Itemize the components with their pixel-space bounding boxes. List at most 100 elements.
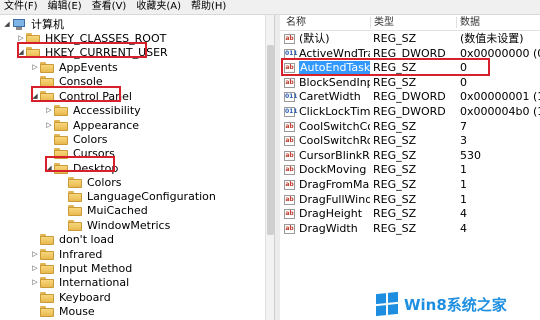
registry-value-row[interactable]: ab DragFromMaxi...REG_SZ 1 <box>280 178 540 192</box>
value-data: 4 <box>460 221 467 235</box>
registry-value-row[interactable]: ab CoolSwitchCol...REG_SZ 7 <box>280 120 540 134</box>
folder-icon <box>68 190 82 202</box>
registry-value-row[interactable]: ab CursorBlinkRateREG_SZ 530 <box>280 149 540 163</box>
value-type: REG_SZ <box>373 32 417 45</box>
folder-icon <box>68 204 82 216</box>
registry-value-row[interactable]: ab CoolSwitchRowsREG_SZ 3 <box>280 134 540 148</box>
registry-value-row[interactable]: ab DragWidth REG_SZ 4 <box>280 222 540 236</box>
value-data: 1 <box>460 192 467 206</box>
registry-tree-pane[interactable]: ◢ 计算机 ▷ HKEY_CLASSES_ROOT ◢ HKEY_CURRENT_US… <box>0 15 274 320</box>
tree-node[interactable]: Mouse <box>30 304 95 318</box>
value-data: 3 <box>460 134 467 148</box>
registry-value-row[interactable]: ab DragFullWindo...REG_SZ 1 <box>280 193 540 207</box>
string-value-icon: ab <box>284 121 295 132</box>
value-name-cell: ab DragFromMaxi... <box>284 178 370 192</box>
menu-edit[interactable]: 编辑(E) <box>48 0 82 14</box>
highlight-box-control-panel <box>31 86 121 102</box>
column-header-name[interactable]: 名称 <box>286 15 306 30</box>
column-separator[interactable] <box>370 17 371 28</box>
value-type: REG_SZ <box>373 163 417 177</box>
value-name: DragFromMaxi... <box>299 178 370 191</box>
tree-node[interactable]: ▷ International <box>30 275 129 289</box>
string-value-icon: ab <box>284 165 295 176</box>
string-value-icon: ab <box>284 136 295 147</box>
value-name-cell: ab BlockSendInpu... <box>284 76 370 90</box>
value-name: CaretWidth <box>299 90 361 104</box>
value-name: (默认) <box>299 32 330 45</box>
tree-node[interactable]: Colors <box>58 175 121 189</box>
registry-value-row[interactable]: ab DockMoving REG_SZ 1 <box>280 163 540 177</box>
value-data: 0x00000001 (1) <box>460 90 540 104</box>
value-name-cell: ab CoolSwitchRows <box>284 134 370 148</box>
tree-node[interactable]: MuiCached <box>58 203 148 217</box>
tree-root-computer[interactable]: ◢ 计算机 <box>2 17 64 31</box>
menu-favorites[interactable]: 收藏夹(A) <box>136 0 181 14</box>
registry-value-row[interactable]: 011ClickLockTimeREG_DWORD 0x000004b0 (12 <box>280 105 540 119</box>
collapse-arrow-icon[interactable]: ◢ <box>2 20 12 28</box>
expand-arrow-icon[interactable]: ▷ <box>16 34 26 42</box>
value-name-cell: ab CoolSwitchCol... <box>284 120 370 134</box>
string-value-icon: ab <box>284 150 295 161</box>
tree-node[interactable]: ▷ Accessibility <box>44 103 141 117</box>
registry-value-row[interactable]: ab (默认) REG_SZ (数值未设置) <box>280 32 540 46</box>
value-type: REG_SZ <box>373 178 417 191</box>
tree-node[interactable]: WindowMetrics <box>58 218 170 232</box>
column-header-data[interactable]: 数据 <box>460 15 480 30</box>
expand-arrow-icon[interactable]: ▷ <box>30 250 40 258</box>
highlight-box-hkcu <box>17 42 147 58</box>
tree-node[interactable]: ▷ Appearance <box>44 118 139 132</box>
value-name: CursorBlinkRate <box>299 148 370 162</box>
value-data: 4 <box>460 207 467 221</box>
folder-icon <box>54 119 68 131</box>
column-separator[interactable] <box>456 17 457 28</box>
watermark: Win8系统之家 <box>372 288 540 320</box>
tree-node[interactable]: don't load <box>30 232 114 246</box>
tree-node[interactable]: LanguageConfiguration <box>58 189 216 203</box>
tree-node-label: MuiCached <box>87 203 148 217</box>
value-type: REG_DWORD <box>373 90 446 104</box>
registry-value-row[interactable]: 011 CaretWidth REG_DWORD 0x00000001 (1) <box>280 90 540 104</box>
tree-node-label: International <box>59 275 130 289</box>
tree-node[interactable]: ▷ Infrared <box>30 247 102 261</box>
menu-view[interactable]: 查看(V) <box>92 0 127 14</box>
folder-icon <box>54 104 68 116</box>
value-name-cell: ab DragWidth <box>284 222 370 236</box>
computer-icon <box>12 18 26 30</box>
tree-node-label: Accessibility <box>73 103 141 117</box>
windows-logo-icon <box>376 291 398 317</box>
value-name-cell: ab (默认) <box>284 32 370 46</box>
tree-node-label: Colors <box>87 175 122 189</box>
folder-icon <box>40 75 54 87</box>
string-value-icon: ab <box>284 77 295 88</box>
value-name: BlockSendInpu... <box>299 75 370 89</box>
expand-arrow-icon[interactable]: ▷ <box>44 121 54 129</box>
folder-icon <box>40 248 54 260</box>
expand-arrow-icon[interactable]: ▷ <box>44 106 54 114</box>
tree-node-label: Mouse <box>59 304 95 318</box>
expand-arrow-icon[interactable]: ▷ <box>30 278 40 286</box>
column-header-type[interactable]: 类型 <box>374 15 394 30</box>
scrollbar-thumb[interactable] <box>267 45 274 235</box>
value-data: 1 <box>460 178 467 191</box>
tree-node[interactable]: Keyboard <box>30 290 111 304</box>
tree-node[interactable]: ▷ Input Method <box>30 261 132 275</box>
string-value-icon: ab <box>284 223 295 234</box>
value-data: 1 <box>460 163 467 177</box>
tree-node-label: Infrared <box>59 247 103 261</box>
tree-node[interactable]: Colors <box>44 132 107 146</box>
value-name-cell: 011 CaretWidth <box>284 90 370 104</box>
value-type: REG_SZ <box>373 75 417 89</box>
folder-icon <box>54 133 68 145</box>
registry-value-row[interactable]: ab DragHeight REG_SZ 4 <box>280 207 540 221</box>
string-value-icon: ab <box>284 209 295 220</box>
tree-node[interactable]: ▷ AppEvents <box>30 60 117 74</box>
folder-icon <box>40 305 54 317</box>
value-name-cell: ab DockMoving <box>284 163 370 177</box>
expand-arrow-icon[interactable]: ▷ <box>30 63 40 71</box>
expand-arrow-icon[interactable]: ▷ <box>30 264 40 272</box>
value-name: DockMoving <box>299 163 367 177</box>
registry-value-row[interactable]: ab BlockSendInpu...REG_SZ 0 <box>280 76 540 90</box>
menu-file[interactable]: 文件(F) <box>4 0 38 14</box>
menu-help[interactable]: 帮助(H) <box>191 0 226 14</box>
value-data: (数值未设置) <box>460 32 524 45</box>
